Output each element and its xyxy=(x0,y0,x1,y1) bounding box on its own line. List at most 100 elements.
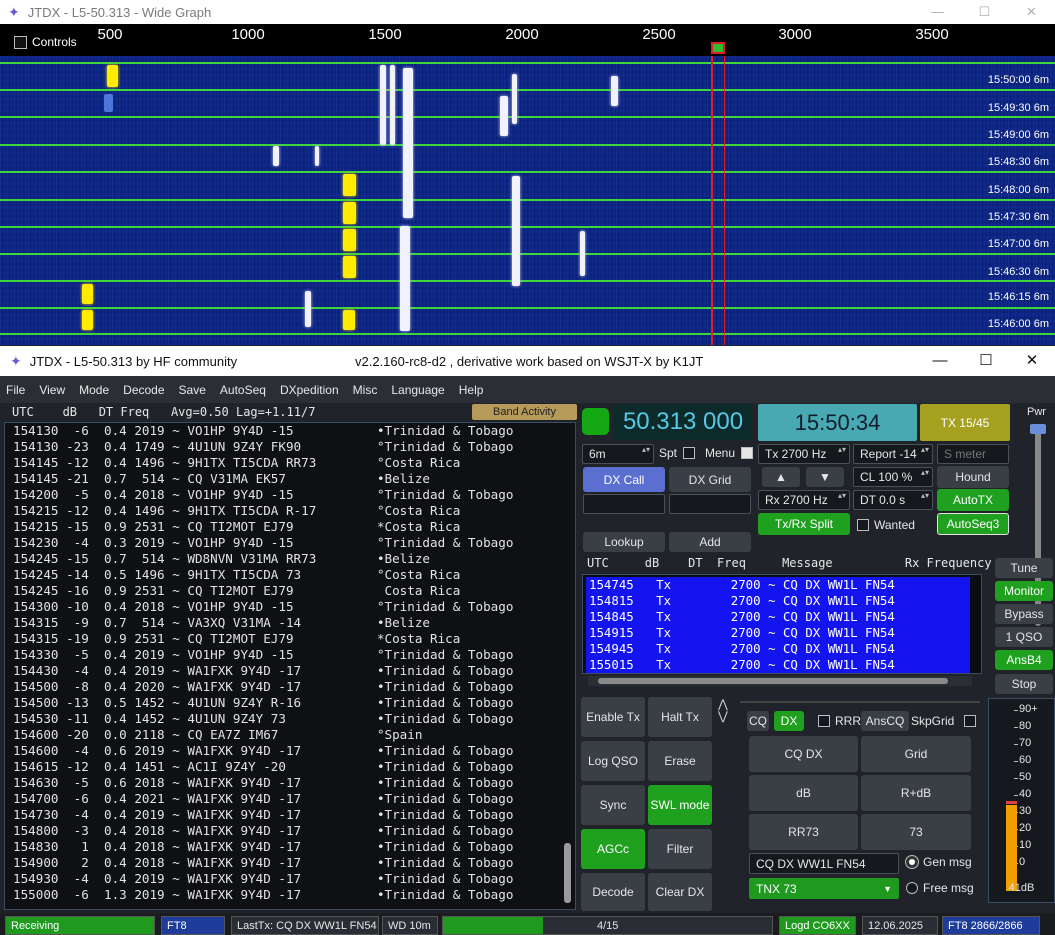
dx-grid-button[interactable]: DX Grid xyxy=(669,467,751,492)
ansb4-button[interactable]: AnsB4 xyxy=(995,650,1053,670)
free-msg-radio[interactable]: Free msg xyxy=(906,881,974,895)
decode-row[interactable]: 154500 -8 0.4 2020 ~ WA1FXK 9Y4D -17 •Tr… xyxy=(5,679,575,695)
msg-rr73-button[interactable]: RR73 xyxy=(749,814,858,850)
menu-save[interactable]: Save xyxy=(179,383,206,397)
menu-checkbox[interactable] xyxy=(741,447,754,459)
band-activity-list[interactable]: 154130 -6 0.4 2019 ~ VO1HP 9Y4D -15 •Tri… xyxy=(4,422,576,910)
wanted-toggle[interactable]: Wanted xyxy=(857,518,915,532)
minimize-icon[interactable]: — xyxy=(917,346,963,376)
dt-spinbox[interactable]: DT 0.0 s xyxy=(853,490,933,510)
decode-row[interactable]: 154600 -20 0.0 2118 ~ CQ EA7Z IM67 °Spai… xyxy=(5,727,575,743)
sync-button[interactable]: Sync xyxy=(581,785,645,825)
decode-row[interactable]: 154145 -21 0.7 514 ~ CQ V31MA EK57 •Beli… xyxy=(5,471,575,487)
cl-spinbox[interactable]: CL 100 % xyxy=(853,467,933,487)
menu-language[interactable]: Language xyxy=(391,383,444,397)
decode-row[interactable]: 154700 -6 0.4 2021 ~ WA1FXK 9Y4D -17 •Tr… xyxy=(5,791,575,807)
one-qso-button[interactable]: 1 QSO xyxy=(995,627,1053,647)
minimize-icon[interactable]: — xyxy=(914,0,961,24)
rrr-toggle[interactable]: RRR xyxy=(818,714,861,728)
enable-tx-button[interactable]: Enable Tx xyxy=(581,697,645,737)
controls-toggle[interactable]: Controls xyxy=(14,35,77,49)
erase-button[interactable]: Erase xyxy=(648,741,712,781)
swl-mode-button[interactable]: SWL mode xyxy=(648,785,712,825)
msg-73-button[interactable]: 73 xyxy=(861,814,971,850)
decode-row[interactable]: 154245 -14 0.5 1496 ~ 9H1TX TI5CDA 73 °C… xyxy=(5,567,575,583)
rx-frequency-spinbox[interactable]: Rx 2700 Hz xyxy=(758,490,850,510)
menu-mode[interactable]: Mode xyxy=(79,383,109,397)
autoseq3-button[interactable]: AutoSeq3 xyxy=(937,513,1009,535)
tx-list-hscrollbar[interactable] xyxy=(588,676,972,686)
stop-button[interactable]: Stop xyxy=(995,674,1053,694)
autotx-button[interactable]: AutoTX xyxy=(937,489,1009,511)
dx-grid-input[interactable] xyxy=(669,494,751,514)
cq-toggle[interactable]: CQ xyxy=(747,711,769,731)
tx-row[interactable]: 154915 Tx 2700 ~ CQ DX WW1L FN54 xyxy=(586,625,970,641)
hound-button[interactable]: Hound xyxy=(937,466,1009,488)
menu-decode[interactable]: Decode xyxy=(123,383,164,397)
filter-button[interactable]: Filter xyxy=(648,829,712,869)
add-button[interactable]: Add xyxy=(669,532,751,552)
menu-view[interactable]: View xyxy=(39,383,65,397)
scroll-thumb[interactable] xyxy=(598,678,948,684)
decode-row[interactable]: 154615 -12 0.4 1451 ~ AC1I 9Z4Y -20 •Tri… xyxy=(5,759,575,775)
spt-toggle[interactable]: Spt xyxy=(659,446,700,460)
close-icon[interactable]: ✕ xyxy=(1008,0,1055,24)
gen-msg-radio-dot[interactable] xyxy=(906,856,918,868)
dx-call-button[interactable]: DX Call xyxy=(583,467,665,492)
monitor-button[interactable]: Monitor xyxy=(995,581,1053,601)
decode-row[interactable]: 154800 -3 0.4 2018 ~ WA1FXK 9Y4D -17 •Tr… xyxy=(5,823,575,839)
decode-row[interactable]: 154215 -15 0.9 2531 ~ CQ TI2MOT EJ79 *Co… xyxy=(5,519,575,535)
controls-checkbox[interactable] xyxy=(14,35,27,49)
dx-toggle[interactable]: DX xyxy=(774,711,804,731)
decode-row[interactable]: 154530 -11 0.4 1452 ~ 4U1UN 9Z4Y 73 •Tri… xyxy=(5,711,575,727)
txrx-split-button[interactable]: Tx/Rx Split xyxy=(758,513,850,535)
decode-row[interactable]: 154830 1 0.4 2018 ~ WA1FXK 9Y4D -17 •Tri… xyxy=(5,839,575,855)
decode-row[interactable]: 154145 -12 0.4 1496 ~ 9H1TX TI5CDA RR73 … xyxy=(5,455,575,471)
msg-db-button[interactable]: dB xyxy=(749,775,858,811)
report-spinbox[interactable]: Report -14 xyxy=(853,444,933,464)
tx-row[interactable]: 155015 Tx 2700 ~ CQ DX WW1L FN54 xyxy=(586,657,970,673)
log-qso-button[interactable]: Log QSO xyxy=(581,741,645,781)
tune-button[interactable]: Tune xyxy=(995,558,1053,578)
menu-toggle[interactable]: Menu xyxy=(705,446,758,460)
menu-help[interactable]: Help xyxy=(459,383,484,397)
msg-cq-dx-button[interactable]: CQ DX xyxy=(749,736,858,772)
tx-row[interactable]: 154845 Tx 2700 ~ CQ DX WW1L FN54 xyxy=(586,609,970,625)
decode-row[interactable]: 154245 -16 0.9 2531 ~ CQ TI2MOT EJ79 Cos… xyxy=(5,583,575,599)
free-msg-field[interactable]: TNX 73 ▼ xyxy=(749,878,899,899)
close-icon[interactable]: ✕ xyxy=(1009,346,1055,376)
decode-row[interactable]: 154230 -4 0.3 2019 ~ VO1HP 9Y4D -15 °Tri… xyxy=(5,535,575,551)
spt-checkbox[interactable] xyxy=(683,447,696,459)
gen-msg-radio[interactable]: Gen msg xyxy=(906,855,972,869)
decode-button[interactable]: Decode xyxy=(581,873,645,911)
band-select[interactable]: 6m xyxy=(582,444,654,464)
menu-autoseq[interactable]: AutoSeq xyxy=(220,383,266,397)
lookup-button[interactable]: Lookup xyxy=(583,532,665,552)
agcc-button[interactable]: AGCc xyxy=(581,829,645,869)
rx-frequency-marker[interactable] xyxy=(711,42,725,54)
decode-row[interactable]: 154330 -5 0.4 2019 ~ VO1HP 9Y4D -15 °Tri… xyxy=(5,647,575,663)
free-msg-radio-dot[interactable] xyxy=(906,882,918,894)
tx-row[interactable]: 154945 Tx 2700 ~ CQ DX WW1L FN54 xyxy=(586,641,970,657)
decode-row[interactable]: 154215 -12 0.4 1496 ~ 9H1TX TI5CDA R-17 … xyxy=(5,503,575,519)
decode-row[interactable]: 154300 -10 0.4 2018 ~ VO1HP 9Y4D -15 °Tr… xyxy=(5,599,575,615)
decode-row[interactable]: 154900 2 0.4 2018 ~ WA1FXK 9Y4D -17 •Tri… xyxy=(5,855,575,871)
tx-history-list[interactable]: 154745 Tx 2700 ~ CQ DX WW1L FN54 154815 … xyxy=(582,574,982,674)
msg-r-db-button[interactable]: R+dB xyxy=(861,775,971,811)
menu-misc[interactable]: Misc xyxy=(353,383,378,397)
maximize-icon[interactable]: ☐ xyxy=(963,346,1009,376)
tx-frequency-spinbox[interactable]: Tx 2700 Hz xyxy=(758,444,850,464)
halt-tx-button[interactable]: Halt Tx xyxy=(648,697,712,737)
decode-row[interactable]: 154630 -5 0.6 2018 ~ WA1FXK 9Y4D -17 •Tr… xyxy=(5,775,575,791)
down-arrow-button[interactable]: ▼ xyxy=(806,467,844,487)
decode-row[interactable]: 154315 -19 0.9 2531 ~ CQ TI2MOT EJ79 *Co… xyxy=(5,631,575,647)
anscq-button[interactable]: AnsCQ xyxy=(861,711,909,731)
menu-file[interactable]: File xyxy=(6,383,25,397)
decode-row[interactable]: 154600 -4 0.6 2019 ~ WA1FXK 9Y4D -17 •Tr… xyxy=(5,743,575,759)
skpgrid-toggle[interactable]: SkpGrid xyxy=(911,714,981,728)
decode-row[interactable]: 154315 -9 0.7 514 ~ VA3XQ V31MA -14 •Bel… xyxy=(5,615,575,631)
tx-slot-indicator[interactable]: TX 15/45 xyxy=(920,404,1010,441)
decode-row[interactable]: 154500 -13 0.5 1452 ~ 4U1UN 9Z4Y R-16 •T… xyxy=(5,695,575,711)
gen-msg-field[interactable]: CQ DX WW1L FN54 xyxy=(749,853,899,874)
band-activity-scrollbar[interactable] xyxy=(564,843,571,903)
